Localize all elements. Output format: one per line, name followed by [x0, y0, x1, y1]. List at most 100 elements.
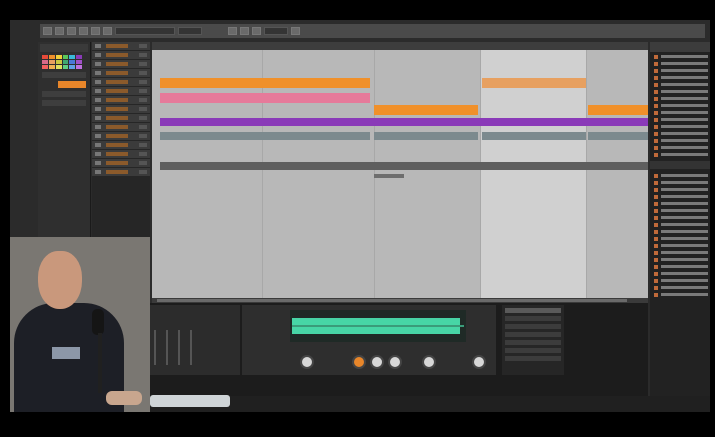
browser-item[interactable]	[654, 243, 708, 248]
color-swatch[interactable]	[62, 60, 69, 64]
browser-item[interactable]	[654, 124, 708, 129]
track-volume-bar[interactable]	[106, 125, 128, 129]
tempo-display[interactable]	[115, 27, 175, 35]
browser-item[interactable]	[654, 138, 708, 143]
inspector-field[interactable]	[42, 100, 86, 106]
loop-icon[interactable]	[91, 27, 100, 35]
color-swatch[interactable]	[48, 65, 55, 69]
track-header[interactable]	[92, 87, 150, 95]
channel-fader[interactable]	[154, 330, 156, 365]
arrangement-view[interactable]	[152, 50, 648, 298]
color-swatch[interactable]	[48, 60, 55, 64]
color-swatch[interactable]	[42, 55, 48, 59]
track-mute-solo[interactable]	[139, 53, 147, 57]
color-swatch[interactable]	[69, 55, 76, 59]
browser-item[interactable]	[654, 229, 708, 234]
play-icon[interactable]	[55, 27, 64, 35]
timeline-ruler[interactable]	[152, 42, 648, 50]
output-knob[interactable]	[472, 355, 486, 369]
browser-item[interactable]	[654, 173, 708, 178]
browser-item[interactable]	[654, 278, 708, 283]
track-mute-solo[interactable]	[139, 152, 147, 156]
track-header[interactable]	[92, 42, 150, 50]
track-header[interactable]	[92, 114, 150, 122]
track-mute-solo[interactable]	[139, 62, 147, 66]
browser-item[interactable]	[654, 54, 708, 59]
fx-slot[interactable]	[505, 316, 561, 321]
browser-item[interactable]	[654, 61, 708, 66]
audio-clip[interactable]	[160, 132, 370, 140]
scrollbar-thumb[interactable]	[157, 299, 627, 302]
menu-icon[interactable]	[43, 27, 52, 35]
arrange-view-button[interactable]	[228, 27, 237, 35]
track-header[interactable]	[92, 60, 150, 68]
browser-item[interactable]	[654, 292, 708, 297]
browser-item[interactable]	[654, 215, 708, 220]
time-signature-display[interactable]	[178, 27, 202, 35]
track-volume-bar[interactable]	[106, 89, 128, 93]
track-header[interactable]	[92, 141, 150, 149]
browser-item[interactable]	[654, 152, 708, 157]
channel-fader[interactable]	[166, 330, 168, 365]
browser-item[interactable]	[654, 117, 708, 122]
inspector-field[interactable]	[42, 91, 86, 97]
track-header[interactable]	[92, 168, 150, 176]
color-swatch[interactable]	[62, 55, 69, 59]
automation-lane[interactable]	[160, 162, 648, 170]
track-mute-solo[interactable]	[139, 143, 147, 147]
track-mute-solo[interactable]	[139, 170, 147, 174]
browser-item[interactable]	[654, 222, 708, 227]
track-volume-bar[interactable]	[106, 98, 128, 102]
sample-waveform[interactable]	[290, 310, 466, 342]
browser-item[interactable]	[654, 257, 708, 262]
audio-clip[interactable]	[482, 132, 586, 140]
browser-item[interactable]	[654, 180, 708, 185]
audio-clip[interactable]	[588, 132, 648, 140]
fx-slot[interactable]	[505, 332, 561, 337]
color-swatch[interactable]	[76, 65, 82, 69]
track-volume-bar[interactable]	[106, 44, 128, 48]
browser-item[interactable]	[654, 75, 708, 80]
browser-item[interactable]	[654, 264, 708, 269]
browser-item[interactable]	[654, 236, 708, 241]
track-mute-solo[interactable]	[139, 107, 147, 111]
browser-item[interactable]	[654, 96, 708, 101]
channel-fader[interactable]	[178, 330, 180, 365]
track-mute-solo[interactable]	[139, 116, 147, 120]
track-volume-bar[interactable]	[106, 116, 128, 120]
track-header[interactable]	[92, 69, 150, 77]
track-volume-bar[interactable]	[106, 134, 128, 138]
browser-item[interactable]	[654, 103, 708, 108]
color-swatch[interactable]	[69, 65, 76, 69]
browser-item[interactable]	[654, 68, 708, 73]
mix-view-button[interactable]	[240, 27, 249, 35]
color-swatch[interactable]	[55, 60, 62, 64]
track-volume-bar[interactable]	[106, 80, 128, 84]
track-mute-solo[interactable]	[139, 71, 147, 75]
track-mute-solo[interactable]	[139, 125, 147, 129]
position-display[interactable]	[264, 27, 288, 35]
track-mute-solo[interactable]	[139, 89, 147, 93]
audio-clip[interactable]	[482, 78, 586, 88]
browser-item[interactable]	[654, 285, 708, 290]
inspector-accent-button[interactable]	[58, 81, 86, 88]
envelope-knob[interactable]	[388, 355, 402, 369]
audio-clip[interactable]	[588, 105, 648, 115]
audio-clip[interactable]	[160, 93, 370, 103]
track-mute-solo[interactable]	[139, 80, 147, 84]
fx-slot[interactable]	[505, 308, 561, 313]
fx-slot[interactable]	[505, 340, 561, 345]
track-volume-bar[interactable]	[106, 107, 128, 111]
track-mute-solo[interactable]	[139, 44, 147, 48]
track-volume-bar[interactable]	[106, 62, 128, 66]
gain-knob[interactable]	[300, 355, 314, 369]
track-volume-bar[interactable]	[106, 161, 128, 165]
color-swatch[interactable]	[55, 55, 62, 59]
track-volume-bar[interactable]	[106, 53, 128, 57]
fx-slot[interactable]	[505, 356, 561, 361]
track-mute-solo[interactable]	[139, 98, 147, 102]
audio-clip[interactable]	[374, 132, 478, 140]
track-mute-solo[interactable]	[139, 134, 147, 138]
color-swatch[interactable]	[69, 60, 76, 64]
track-header[interactable]	[92, 123, 150, 131]
